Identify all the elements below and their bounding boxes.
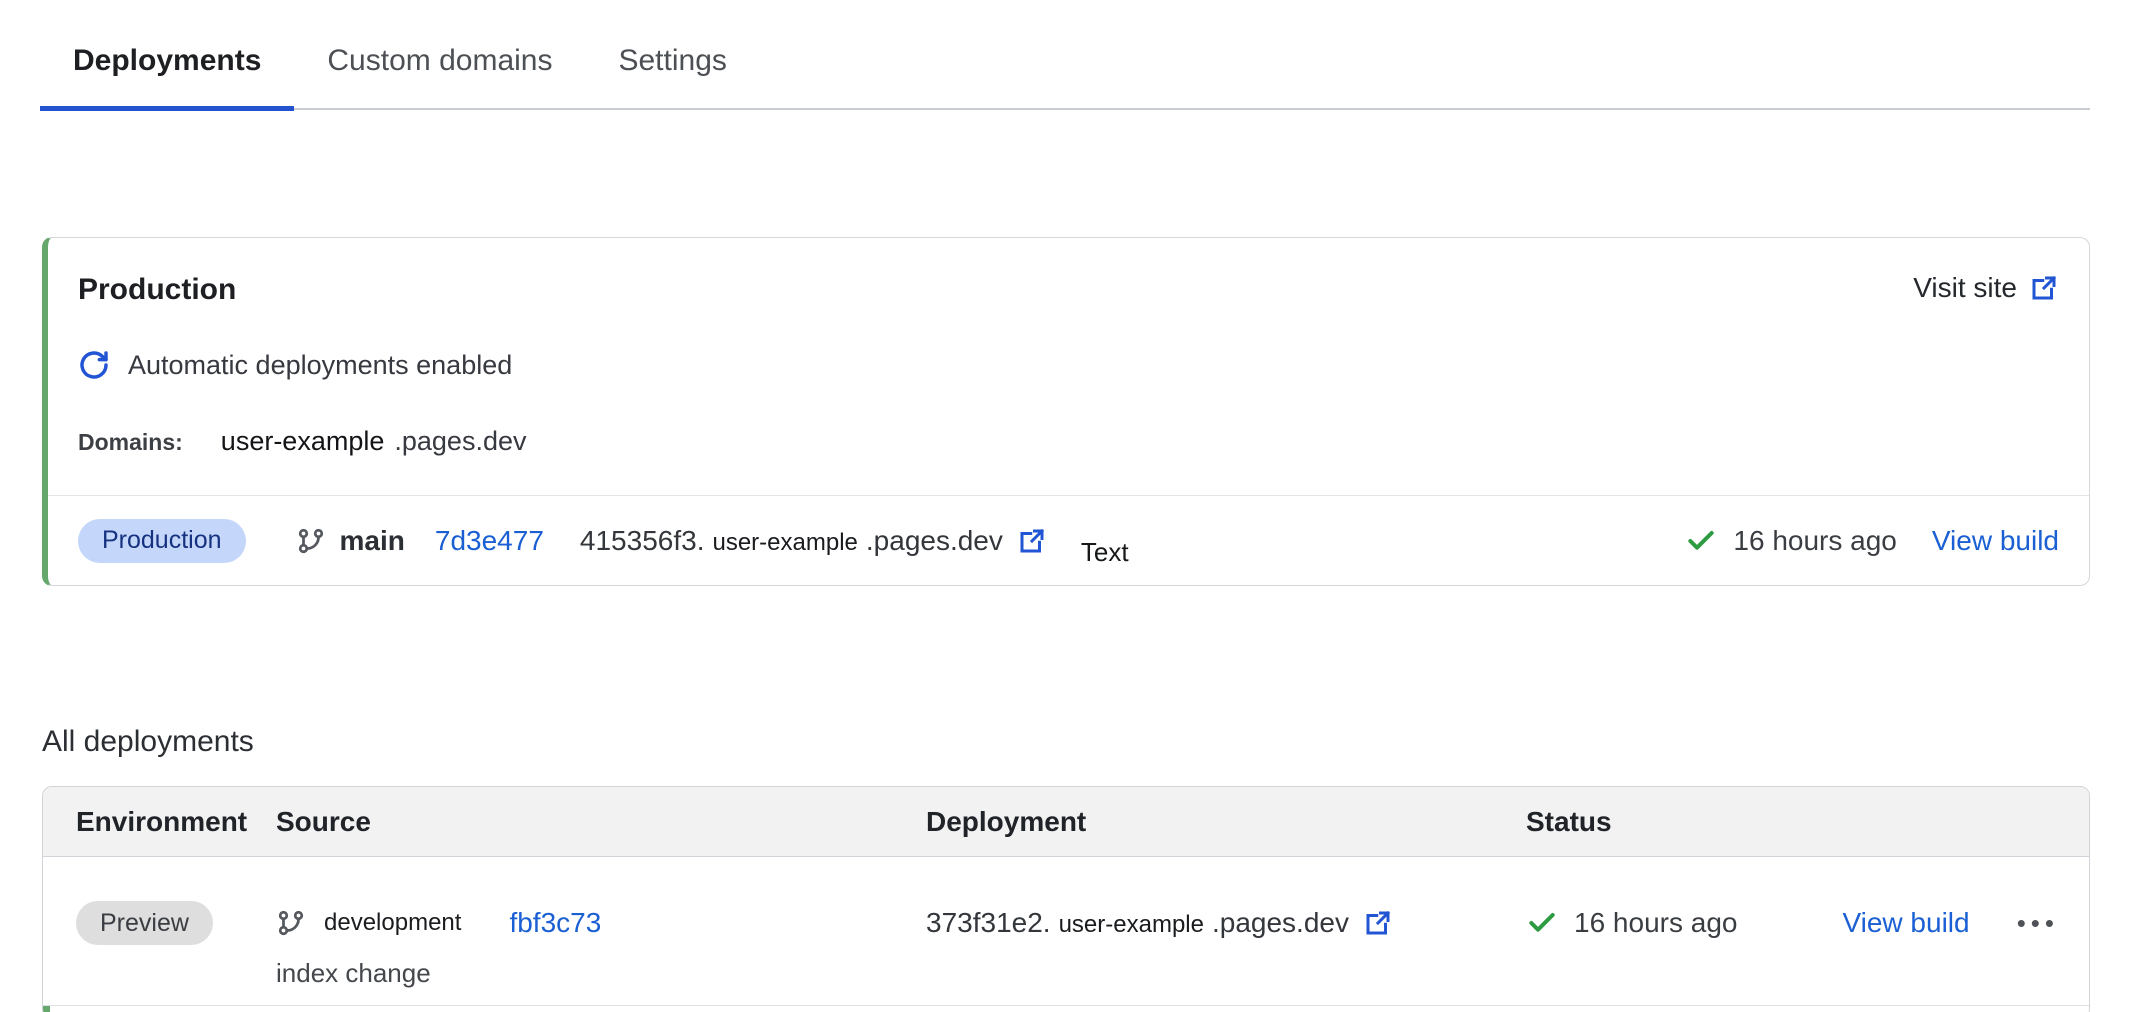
- column-header-status: Status: [1526, 806, 2089, 838]
- table-header: Environment Source Deployment Status: [43, 787, 2089, 857]
- deployment-url-prefix: 415356f3.: [580, 525, 705, 557]
- next-row-green-indicator: [43, 1006, 50, 1012]
- tab-custom-domains[interactable]: Custom domains: [294, 30, 585, 108]
- deployment-url-suffix: .pages.dev: [1212, 907, 1349, 939]
- check-icon: [1526, 907, 1558, 939]
- deployment-url-suffix: .pages.dev: [866, 525, 1003, 557]
- auto-deployments-text: Automatic deployments enabled: [128, 350, 512, 381]
- production-card: Production Visit site Automatic deployme…: [42, 237, 2090, 586]
- tab-bar: Deployments Custom domains Settings: [40, 0, 2090, 110]
- deployment-url-name: user-example: [1059, 911, 1204, 939]
- text-annotation: Text: [1081, 537, 1129, 568]
- production-card-title: Production: [78, 272, 236, 308]
- tab-settings[interactable]: Settings: [585, 30, 759, 108]
- environment-badge: Production: [78, 519, 246, 563]
- deployments-table: Environment Source Deployment Status Pre…: [42, 786, 2090, 1012]
- column-header-environment: Environment: [76, 806, 276, 838]
- refresh-icon: [78, 349, 110, 381]
- production-deployment-row: Production main 7d3e477 415356f3. user-e…: [48, 496, 2089, 585]
- next-row-peek: [43, 1006, 2089, 1012]
- deployment-url[interactable]: 373f31e2. user-example .pages.dev: [926, 907, 1393, 939]
- git-branch-icon: [276, 908, 306, 938]
- git-branch-icon: [296, 526, 326, 556]
- domains-label: Domains:: [78, 429, 183, 456]
- view-build-link[interactable]: View build: [1842, 907, 1969, 939]
- branch-name: main: [340, 525, 405, 557]
- external-link-icon[interactable]: [1363, 908, 1393, 938]
- all-deployments-title: All deployments: [42, 723, 2132, 760]
- commit-link[interactable]: fbf3c73: [509, 907, 601, 939]
- deployment-url-prefix: 373f31e2.: [926, 907, 1051, 939]
- ellipsis-icon[interactable]: •••: [2017, 901, 2059, 945]
- external-link-icon: [2029, 273, 2059, 303]
- domain-suffix: .pages.dev: [394, 426, 526, 457]
- environment-badge: Preview: [76, 901, 213, 945]
- deployment-time: 16 hours ago: [1733, 525, 1896, 557]
- check-icon: [1685, 525, 1717, 557]
- visit-site-label: Visit site: [1913, 272, 2017, 304]
- tabs: Deployments Custom domains Settings: [40, 30, 2090, 110]
- branch-name: development: [324, 909, 461, 937]
- external-link-icon[interactable]: [1017, 526, 1047, 556]
- deployment-time: 16 hours ago: [1574, 907, 1737, 939]
- column-header-source: Source: [276, 806, 926, 838]
- view-build-link[interactable]: View build: [1932, 525, 2059, 557]
- commit-link[interactable]: 7d3e477: [435, 525, 544, 557]
- column-header-deployment: Deployment: [926, 806, 1526, 838]
- deployment-url-name: user-example: [712, 529, 857, 557]
- tab-deployments[interactable]: Deployments: [40, 30, 294, 108]
- table-row: Preview development fbf3c73 index change…: [43, 857, 2089, 1006]
- visit-site-link[interactable]: Visit site: [1913, 272, 2059, 304]
- commit-message: index change: [276, 957, 926, 989]
- deployment-url[interactable]: 415356f3. user-example .pages.dev: [580, 525, 1047, 557]
- domain-name: user-example: [221, 426, 385, 457]
